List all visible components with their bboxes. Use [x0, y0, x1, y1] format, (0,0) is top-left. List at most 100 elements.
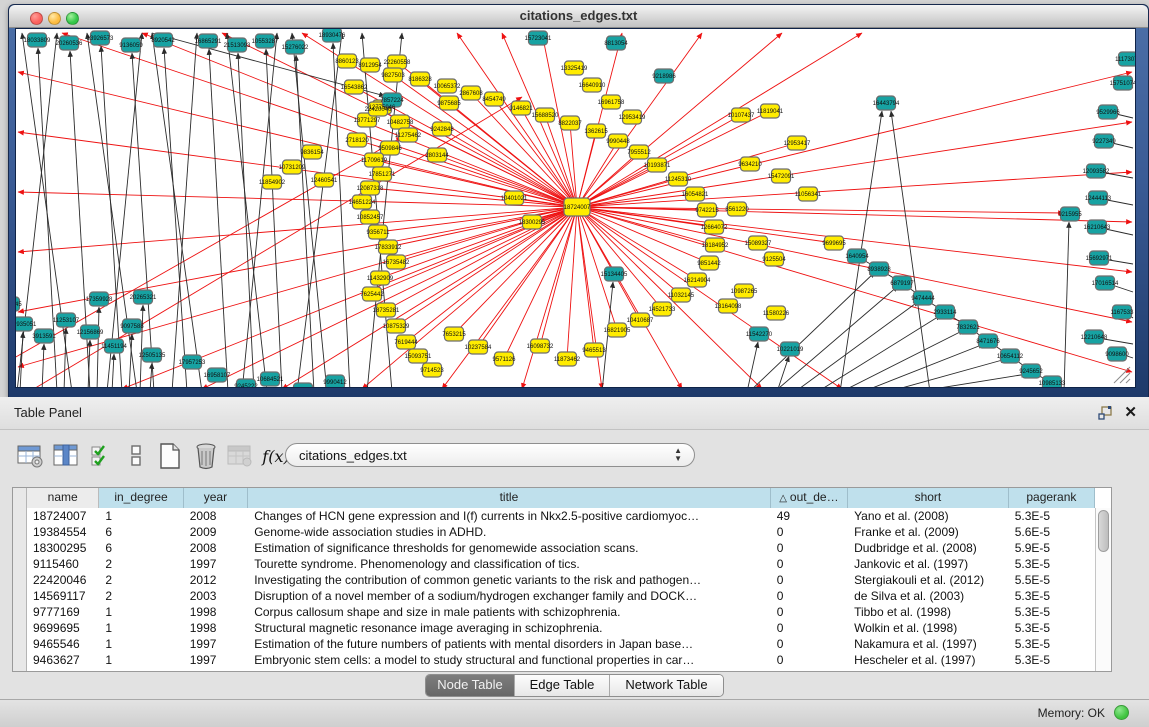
- graph-node-label: 8912954: [358, 63, 382, 69]
- graph-node-label: 16640910: [579, 83, 606, 89]
- table-source-select[interactable]: citations_edges.txt ▲▼: [285, 443, 695, 467]
- float-panel-icon[interactable]: [1097, 405, 1113, 421]
- table-row[interactable]: 911546021997Tourette syndrome. Phenomeno…: [27, 556, 1095, 572]
- graph-node-label: 10987265: [731, 289, 758, 295]
- table-cell: 1: [99, 636, 183, 652]
- table-cell: 18300295: [27, 540, 99, 556]
- table-toolbar: f(x) citations_edges.txt ▲▼: [12, 437, 1137, 481]
- graph-node-label: 16054821: [682, 192, 709, 198]
- add-column-button[interactable]: [50, 439, 82, 473]
- citation-edge-red: [577, 207, 1064, 213]
- tab-node-table[interactable]: Node Table: [426, 675, 515, 696]
- table-row[interactable]: 969969511998Structural magnetic resonanc…: [27, 620, 1095, 636]
- graph-node-label: 11173079: [1115, 57, 1135, 63]
- graph-node-label: 9742215: [695, 208, 719, 214]
- graph-node-label: 11056341: [795, 192, 822, 198]
- unselect-rows-button[interactable]: [120, 439, 152, 473]
- citation-edge-black: [857, 344, 984, 387]
- table-cell: 9699695: [27, 620, 99, 636]
- table-cell: 0: [771, 588, 848, 604]
- status-bar: Memory: OK: [0, 699, 1149, 727]
- table-row[interactable]: 977716911998Corpus callosum shape and si…: [27, 604, 1095, 620]
- tab-edge-table[interactable]: Edge Table: [515, 675, 610, 696]
- table-panel-title: Table Panel: [14, 405, 82, 420]
- table-row[interactable]: 1938455462009Genome-wide association stu…: [27, 524, 1095, 540]
- table-vertical-scrollbar[interactable]: [1095, 508, 1111, 671]
- create-table-button[interactable]: [154, 439, 186, 473]
- table-cell: 2008: [184, 508, 248, 524]
- table-cell: Yano et al. (2008): [848, 508, 1009, 524]
- table-cell: 2: [99, 588, 183, 604]
- memory-ok-icon[interactable]: [1114, 705, 1129, 720]
- network-canvas[interactable]: 8860123891295422260558982750316543862127…: [15, 28, 1136, 388]
- column-header-year[interactable]: year: [184, 488, 248, 508]
- graph-node-label: 16865291: [195, 39, 222, 45]
- graph-node-teal[interactable]: [294, 383, 313, 387]
- table-row[interactable]: 2242004622012Investigating the contribut…: [27, 572, 1095, 588]
- select-all-rows-button[interactable]: [86, 439, 118, 473]
- graph-node-label: 7832621: [956, 325, 980, 331]
- graph-node-label: 10731209: [279, 165, 306, 171]
- graph-node-label: 18184952: [702, 243, 729, 249]
- import-table-button[interactable]: [224, 439, 256, 473]
- citation-edge-red: [362, 207, 577, 387]
- column-header-title[interactable]: title: [248, 488, 771, 508]
- tab-network-table[interactable]: Network Table: [610, 675, 723, 696]
- graph-node-label: 8561220: [725, 207, 749, 213]
- graph-node-label: 16958107: [204, 373, 231, 379]
- citation-edge-black: [101, 46, 122, 387]
- table-row[interactable]: 946554611997Estimation of the future num…: [27, 636, 1095, 652]
- graph-node-label: 11275462: [395, 133, 422, 139]
- table-cell: de Silva et al. (2003): [848, 588, 1009, 604]
- table-row[interactable]: 946362711997Embryonic stem cells: a mode…: [27, 652, 1095, 668]
- graph-node-label: 12664072: [701, 225, 728, 231]
- citation-edge-red: [577, 207, 594, 350]
- table-cell: 2003: [184, 588, 248, 604]
- table-row[interactable]: 1456911722003Disruption of a novel membe…: [27, 588, 1095, 604]
- graph-node-label: 15692971: [1086, 256, 1113, 262]
- citation-edge-black: [172, 33, 197, 387]
- table-cell: Stergiakouli et al. (2012): [848, 572, 1009, 588]
- graph-node-label: 9714523: [420, 368, 444, 374]
- delete-table-button[interactable]: [190, 439, 222, 473]
- column-header-name[interactable]: name: [27, 488, 99, 508]
- column-header-out_de[interactable]: △out_de…: [771, 488, 848, 508]
- graph-node-label: 15688520: [532, 113, 559, 119]
- graph-node-label: 8454749: [482, 97, 506, 103]
- graph-node-label: 17833912: [375, 245, 402, 251]
- column-header-pagerank[interactable]: pagerank: [1009, 488, 1095, 508]
- graph-node-label: 1362615: [584, 129, 608, 135]
- graph-node-label: 7857224: [380, 98, 404, 104]
- memory-status-label: Memory: OK: [1038, 706, 1105, 720]
- table-cell: 1997: [184, 652, 248, 668]
- network-view-window: citations_edges.txt 88601238912954222605…: [8, 4, 1149, 399]
- citation-edge-red: [16, 137, 402, 362]
- table-cell: 1: [99, 604, 183, 620]
- graph-node-label: 9699695: [822, 241, 846, 247]
- graph-node-label: 9474444: [911, 296, 935, 302]
- table-row[interactable]: 1872400712008Changes of HCN gene express…: [27, 508, 1095, 524]
- table-cell: 1: [99, 620, 183, 636]
- citation-edge-black: [792, 301, 919, 387]
- graph-node-label: 10401021: [501, 196, 528, 202]
- table-row[interactable]: 1830029562008Estimation of significance …: [27, 540, 1095, 556]
- column-header-short[interactable]: short: [848, 488, 1009, 508]
- graph-node-label: 11873462: [554, 357, 581, 363]
- citation-edge-black: [837, 330, 964, 387]
- table-cell: 14569117: [27, 588, 99, 604]
- graph-node-label: 8860123: [335, 59, 359, 65]
- window-titlebar[interactable]: citations_edges.txt: [9, 5, 1148, 28]
- graph-node-label: 8186328: [408, 77, 432, 83]
- column-header-in_degree[interactable]: in_degree: [99, 488, 183, 508]
- table-settings-button[interactable]: [14, 439, 46, 473]
- table-cell: Structural magnetic resonance image aver…: [248, 620, 770, 636]
- graph-node-label: 15134405: [601, 272, 628, 278]
- graph-node-label: 17851271: [369, 172, 396, 178]
- scrollbar-thumb[interactable]: [1098, 510, 1109, 552]
- graph-node-label: 9227349: [1092, 139, 1116, 145]
- graph-node-label: 13164098: [715, 304, 742, 310]
- graph-node-label: 10193871: [644, 163, 671, 169]
- graph-node-label: 16214904: [684, 278, 711, 284]
- close-panel-icon[interactable]: ✕: [1124, 403, 1137, 421]
- citation-edge-red: [457, 33, 577, 207]
